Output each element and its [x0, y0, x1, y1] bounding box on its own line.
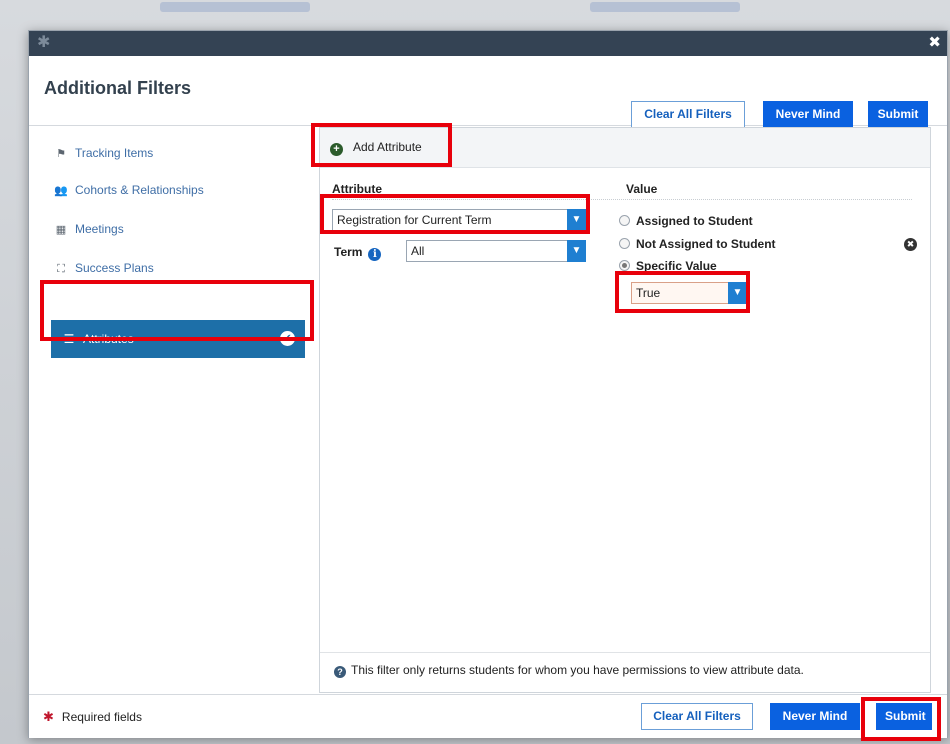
- background-blur: [590, 2, 740, 12]
- radio-button-checked[interactable]: [619, 260, 630, 271]
- footer-never-mind-button[interactable]: Never Mind: [770, 703, 860, 730]
- plus-circle-icon: +: [330, 143, 343, 156]
- info-icon[interactable]: i: [368, 248, 382, 261]
- sidebar-item-meetings[interactable]: ▦ Meetings: [53, 219, 124, 239]
- question-circle-icon: ?: [334, 666, 346, 678]
- notice-text: This filter only returns students for wh…: [351, 663, 804, 677]
- term-label-text: Term: [334, 245, 363, 259]
- flag-icon: ⚑: [56, 148, 66, 160]
- background-blur: [160, 2, 310, 12]
- radio-not-assigned-to-student[interactable]: Not Assigned to Student: [619, 237, 776, 251]
- filter-sidebar: ⚑ Tracking Items 👥 Cohorts & Relationships…: [29, 127, 319, 693]
- sidebar-item-cohorts[interactable]: 👥 Cohorts & Relationships: [53, 180, 204, 200]
- check-circle-icon: ✔: [280, 331, 295, 346]
- sidebar-item-label: Attributes: [83, 332, 134, 346]
- radio-label: Not Assigned to Student: [636, 237, 776, 251]
- sidebar-item-label: Meetings: [75, 222, 124, 236]
- additional-filters-modal: ✱ ✖ Additional Filters Clear All Filters…: [28, 30, 948, 738]
- notice-divider: [320, 652, 930, 653]
- chevron-down-icon: ▼: [728, 282, 747, 304]
- panel-toolbar: + Add Attribute: [320, 128, 930, 168]
- radio-assigned-to-student[interactable]: Assigned to Student: [619, 214, 753, 228]
- specific-value-select-value: True: [636, 286, 661, 300]
- footer-clear-all-filters-button[interactable]: Clear All Filters: [641, 703, 753, 730]
- sidebar-item-label: Success Plans: [75, 261, 154, 275]
- specific-value-select[interactable]: True ▼: [631, 282, 747, 304]
- chevron-down-icon: ▼: [567, 209, 586, 231]
- modal-titlebar: ✱ ✖: [29, 31, 947, 56]
- required-fields-note: ✱ Required fields: [43, 709, 142, 725]
- star-logo-icon: ✱: [37, 34, 51, 51]
- sidebar-item-success-plans[interactable]: ⛶ Success Plans: [53, 258, 154, 278]
- attribute-select[interactable]: Registration for Current Term ▼: [332, 209, 586, 231]
- attribute-column-header: Attribute: [332, 182, 382, 196]
- close-icon[interactable]: ✖: [928, 33, 941, 53]
- clear-all-filters-button[interactable]: Clear All Filters: [631, 101, 745, 128]
- permissions-notice: ? This filter only returns students for w…: [334, 663, 804, 678]
- calendar-icon: ▦: [55, 224, 67, 236]
- modal-title: Additional Filters: [44, 78, 192, 98]
- sidebar-item-label: Cohorts & Relationships: [75, 183, 204, 197]
- value-column-header: Value: [626, 182, 658, 196]
- modal-header: Additional Filters Clear All Filters Nev…: [29, 56, 947, 128]
- modal-footer: ✱ Required fields Clear All Filters Never…: [29, 694, 947, 738]
- plan-icon: ⛶: [57, 263, 65, 275]
- sidebar-item-tracking-items[interactable]: ⚑ Tracking Items: [53, 143, 153, 163]
- attribute-filter-panel: + Add Attribute Attribute Value Registrat…: [319, 127, 931, 693]
- header-divider: [332, 199, 912, 200]
- attribute-select-value: Registration for Current Term: [337, 213, 492, 227]
- required-fields-label: Required fields: [61, 710, 142, 724]
- add-attribute-button[interactable]: + Add Attribute: [330, 138, 422, 156]
- never-mind-button[interactable]: Never Mind: [763, 101, 853, 128]
- radio-label: Assigned to Student: [636, 214, 753, 228]
- users-icon: 👥: [54, 185, 68, 197]
- sliders-icon: ☰: [63, 332, 75, 346]
- sidebar-item-attributes[interactable]: ☰ Attributes ✔: [51, 320, 305, 358]
- sidebar-item-label: Tracking Items: [75, 146, 154, 160]
- radio-button[interactable]: [619, 238, 630, 249]
- submit-button[interactable]: Submit: [868, 101, 928, 128]
- term-label: Term i: [334, 245, 382, 261]
- chevron-down-icon: ▼: [567, 240, 586, 262]
- required-asterisk-icon: ✱: [43, 709, 54, 724]
- add-attribute-label: Add Attribute: [353, 140, 422, 154]
- radio-button[interactable]: [619, 215, 630, 226]
- radio-label: Specific Value: [636, 259, 717, 273]
- remove-attribute-icon[interactable]: ✖: [904, 238, 917, 251]
- term-select-value: All: [411, 244, 425, 258]
- footer-submit-button[interactable]: Submit: [876, 703, 932, 730]
- term-select[interactable]: All ▼: [406, 240, 586, 262]
- radio-specific-value[interactable]: Specific Value: [619, 259, 717, 273]
